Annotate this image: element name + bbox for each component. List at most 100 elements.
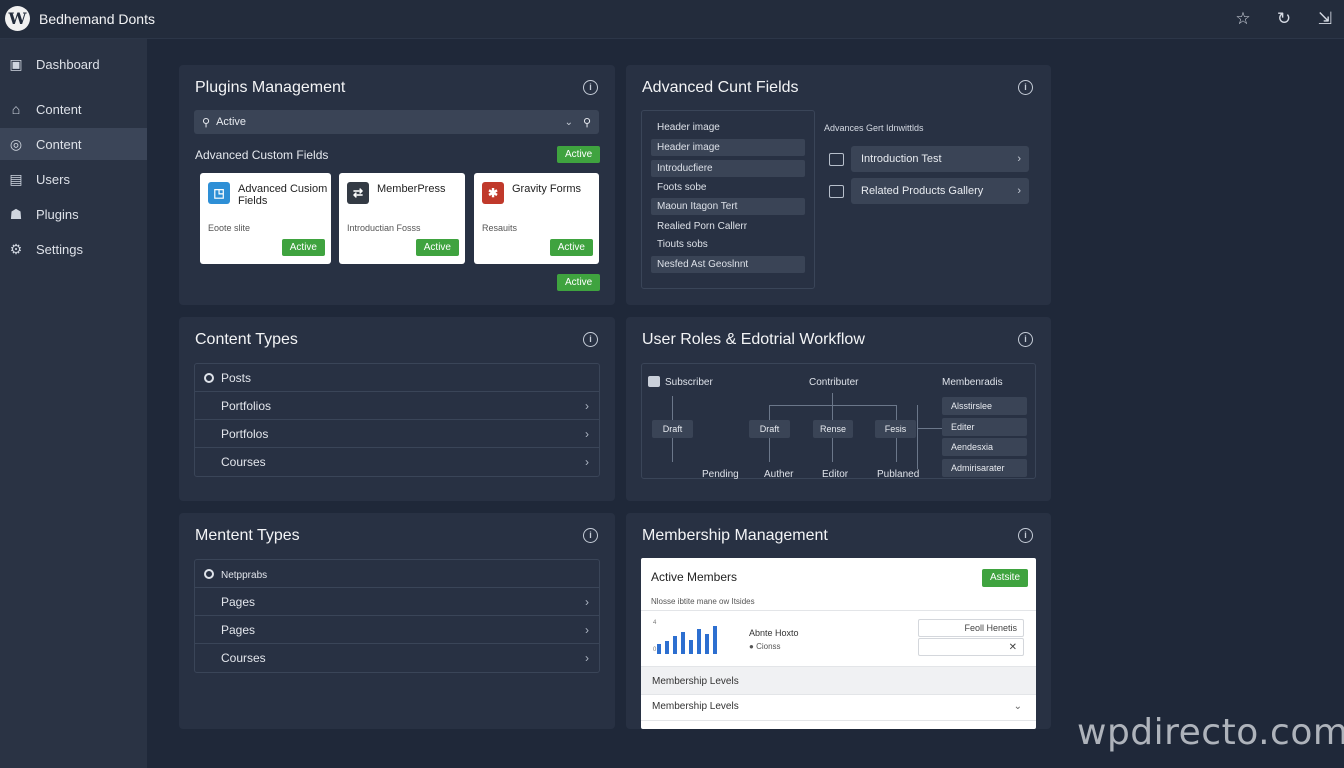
mentent-types-list: Netpprabs Pages › Pages › Courses › xyxy=(194,559,600,673)
chart-bar xyxy=(689,640,693,654)
info-icon[interactable]: i xyxy=(583,80,598,95)
workflow-node[interactable]: Fesis xyxy=(875,420,916,438)
acf-field-group-button[interactable]: Introduction Test › xyxy=(851,146,1029,172)
info-icon[interactable]: i xyxy=(1018,528,1033,543)
workflow-status-label: Editor xyxy=(822,469,849,480)
list-item-label: Pages xyxy=(221,595,256,609)
list-item[interactable]: Pages › xyxy=(195,616,599,644)
member-search-input[interactable]: Feoll Henetis xyxy=(918,619,1024,637)
content-icon: ◎ xyxy=(9,135,23,152)
search-value: Active xyxy=(216,116,247,128)
role-item[interactable]: Editer xyxy=(942,418,1027,436)
acf-field[interactable]: Foots sobe xyxy=(651,179,805,196)
status-badge[interactable]: Active xyxy=(281,239,325,256)
acf-field[interactable]: Header image xyxy=(651,119,805,136)
list-item-label: Posts xyxy=(221,371,252,385)
radio-icon[interactable] xyxy=(204,569,214,579)
refresh-icon[interactable]: ↻ xyxy=(1273,8,1295,30)
status-badge[interactable]: Active xyxy=(557,146,601,163)
chevron-right-icon: › xyxy=(585,427,589,441)
list-item[interactable]: Pages › xyxy=(195,588,599,616)
acf-field[interactable]: Realied Porn Callerr xyxy=(651,218,805,235)
sidebar-item-settings[interactable]: ⚙ Settings xyxy=(0,233,147,265)
list-item-label: Portfolios xyxy=(221,399,272,413)
list-item-label: Courses xyxy=(221,651,266,665)
list-item[interactable]: Posts xyxy=(195,364,599,392)
status-badge[interactable]: Astsite xyxy=(982,569,1029,587)
memberpress-logo-icon: ⇄ xyxy=(347,182,369,204)
acf-field-group-button[interactable]: Related Products Gallery › xyxy=(851,178,1029,204)
plugin-desc: Resauits xyxy=(482,223,518,233)
sidebar-item-users[interactable]: ▤ Users xyxy=(0,163,147,195)
section-label: Advanced Custom Fields xyxy=(195,148,329,162)
sidebar-item-dashboard[interactable]: ▣ Dashboard xyxy=(0,48,147,80)
list-item-label: Pages xyxy=(221,623,256,637)
workflow-connector xyxy=(769,405,770,420)
list-item[interactable]: Courses › xyxy=(195,644,599,672)
sidebar-item-plugins[interactable]: ☗ Plugins xyxy=(0,198,147,230)
sidebar-item-label: Plugins xyxy=(36,206,79,222)
sidebar-item-content[interactable]: ⌂ Content xyxy=(0,93,147,125)
plugin-search-input[interactable]: ⚲ Active ⌄ ⚲ xyxy=(194,110,599,134)
acf-field[interactable]: Tiouts sobs xyxy=(651,236,805,253)
star-icon[interactable]: ☆ xyxy=(1232,8,1254,30)
list-item[interactable]: Portfolios › xyxy=(195,392,599,420)
panel-title: Advanced Cunt Fields xyxy=(642,79,799,96)
panel-title: Membership Management xyxy=(642,527,828,544)
plugin-desc: Introductian Fosss xyxy=(347,223,421,233)
chart-bar xyxy=(657,644,661,654)
workflow-node[interactable]: Draft xyxy=(749,420,790,438)
role-item[interactable]: Admirisarater xyxy=(942,459,1027,477)
acf-field[interactable]: Nesfed Ast Geoslnnt xyxy=(651,256,805,273)
role-item[interactable]: Alsstirslee xyxy=(942,397,1027,415)
status-badge[interactable]: Active xyxy=(549,239,593,256)
levels-dropdown[interactable]: Membership Levels ⌄ xyxy=(641,694,1036,720)
chevron-right-icon: › xyxy=(1017,153,1021,165)
levels-header-row: Membership Levels xyxy=(641,666,1036,694)
acf-field[interactable]: Header image xyxy=(651,139,805,156)
list-item[interactable]: Netpprabs xyxy=(195,560,599,588)
exit-icon[interactable]: ⇲ xyxy=(1314,8,1336,30)
wordpress-logo-icon[interactable]: W xyxy=(5,6,30,31)
workflow-role-label: Contributer xyxy=(809,377,859,388)
member-filter-input[interactable]: ✕ xyxy=(918,638,1024,656)
chart-axis-tick: 4 xyxy=(653,620,657,626)
acf-field[interactable]: Introducfiere xyxy=(651,160,805,177)
site-title[interactable]: Bedhemand Donts xyxy=(39,11,155,27)
search-icon[interactable]: ⚲ xyxy=(583,116,591,129)
plugin-card-gravity-forms[interactable]: ✱ Gravity Forms Resauits Active xyxy=(474,173,599,264)
plugin-card-memberpress[interactable]: ⇄ MemberPress Introductian Fosss Active xyxy=(339,173,465,264)
workflow-connector xyxy=(832,438,833,462)
workflow-connector xyxy=(896,438,897,462)
chevron-right-icon: › xyxy=(585,399,589,413)
chart-bar xyxy=(705,634,709,654)
acf-field[interactable]: Maoun Itagon Tert xyxy=(651,198,805,215)
workflow-node[interactable]: Draft xyxy=(652,420,693,438)
plugin-name: Advanced Cusiom Fields xyxy=(238,183,328,207)
chevron-down-icon[interactable]: ⌄ xyxy=(565,117,573,128)
status-badge[interactable]: Active xyxy=(557,274,601,291)
close-icon[interactable]: ✕ xyxy=(1009,642,1017,653)
chart-legend-label: Abnte Hoxto xyxy=(749,628,799,638)
info-icon[interactable]: i xyxy=(1018,332,1033,347)
plugin-card-acf[interactable]: ◳ Advanced Cusiom Fields Eoote slite Act… xyxy=(200,173,331,264)
sidebar-item-label: Content xyxy=(36,101,82,117)
info-icon[interactable]: i xyxy=(1018,80,1033,95)
info-icon[interactable]: i xyxy=(583,528,598,543)
field-group-icon xyxy=(829,153,844,166)
info-icon[interactable]: i xyxy=(583,332,598,347)
radio-icon[interactable] xyxy=(204,373,214,383)
status-badge[interactable]: Active xyxy=(415,239,459,256)
sidebar-item-content-active[interactable]: ◎ Content xyxy=(0,128,147,160)
chevron-right-icon: › xyxy=(585,595,589,609)
role-item[interactable]: Aendesxia xyxy=(942,438,1027,456)
panel-title: Mentent Types xyxy=(195,527,300,544)
card-subtitle: Nlosse ibtite mane ow Itsides xyxy=(651,597,755,606)
checkbox-icon[interactable] xyxy=(648,376,660,387)
list-item[interactable]: Courses › xyxy=(195,448,599,476)
watermark: wpdirecto.com xyxy=(1077,712,1344,753)
chevron-right-icon: › xyxy=(1017,185,1021,197)
list-item[interactable]: Portfolos › xyxy=(195,420,599,448)
list-item-label: Courses xyxy=(221,455,266,469)
workflow-node[interactable]: Rense xyxy=(813,420,853,438)
